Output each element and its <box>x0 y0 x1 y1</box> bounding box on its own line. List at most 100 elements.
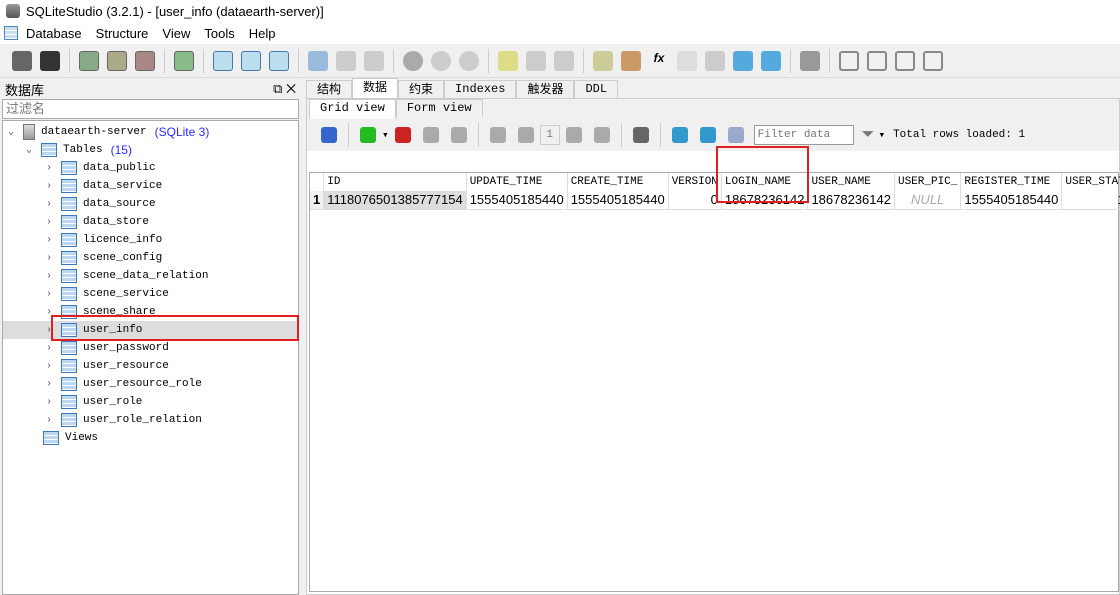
chevron-right-icon[interactable]: › <box>43 379 55 390</box>
views-node[interactable]: Views <box>3 429 298 447</box>
chevron-right-icon[interactable]: › <box>43 163 55 174</box>
tile-windows-icon[interactable] <box>839 50 859 71</box>
create-trigger-icon[interactable] <box>403 50 423 71</box>
page-input[interactable]: 1 <box>539 125 560 145</box>
tab-3[interactable]: Indexes <box>444 80 517 98</box>
disconnect-icon[interactable] <box>40 50 60 71</box>
filter-icon[interactable]: ⏷ <box>862 126 875 144</box>
column-header[interactable]: ID <box>323 173 467 191</box>
tab-1[interactable]: 数据 <box>352 78 399 98</box>
edit-table-icon[interactable] <box>241 50 261 71</box>
menu-view[interactable]: View <box>162 26 190 41</box>
print-icon[interactable] <box>632 127 649 143</box>
column-header[interactable]: VERSION <box>668 173 722 191</box>
tab-grid-view[interactable]: Grid view <box>309 99 396 119</box>
column-header[interactable]: USER_NAME <box>807 173 895 191</box>
close-icon[interactable]: ✕ <box>286 81 296 96</box>
table-item[interactable]: › user_role <box>3 393 298 411</box>
filter-data-input[interactable]: Filter data <box>753 125 854 145</box>
chevron-right-icon[interactable]: › <box>43 343 55 354</box>
chevron-right-icon[interactable]: › <box>43 289 55 300</box>
table-item[interactable]: › scene_config <box>3 249 298 267</box>
insert-row-icon[interactable] <box>360 127 376 143</box>
column-header[interactable]: USER_STAT <box>1061 173 1120 191</box>
grid-layout-icon[interactable] <box>671 127 688 143</box>
last-page-icon[interactable] <box>593 127 610 143</box>
settings-wrench-icon[interactable] <box>800 50 820 71</box>
remove-database-icon[interactable] <box>135 50 155 71</box>
delete-view-icon[interactable] <box>554 50 574 71</box>
grid-cell[interactable]: 18678236142 <box>807 191 895 210</box>
functions-icon[interactable]: fx <box>649 51 669 71</box>
grid-cell[interactable]: 1118076501385777154 <box>323 191 467 210</box>
edit-database-icon[interactable] <box>107 50 127 71</box>
table-item[interactable]: › data_public <box>3 159 298 177</box>
tab-form-view[interactable]: Form view <box>395 99 483 117</box>
collations-icon[interactable] <box>677 50 697 71</box>
create-table-icon[interactable] <box>213 50 233 71</box>
prev-page-icon[interactable] <box>517 127 534 143</box>
rollback-icon[interactable] <box>450 127 467 143</box>
delete-index-icon[interactable] <box>364 50 384 71</box>
edit-index-icon[interactable] <box>336 50 356 71</box>
import-data-icon[interactable] <box>727 127 744 143</box>
edit-trigger-icon[interactable] <box>431 50 451 71</box>
chevron-right-icon[interactable]: › <box>43 199 55 210</box>
column-header[interactable]: USER_PIC_ <box>894 173 962 191</box>
form-layout-icon[interactable] <box>699 127 716 143</box>
filter-mode-dropdown-icon[interactable]: ▾ <box>878 128 885 142</box>
row-number[interactable]: 1 <box>310 191 325 210</box>
chevron-right-icon[interactable]: › <box>43 361 55 372</box>
table-item[interactable]: › scene_service <box>3 285 298 303</box>
menu-help[interactable]: Help <box>249 26 276 41</box>
edit-view-icon[interactable] <box>526 50 546 71</box>
table-item[interactable]: › user_resource <box>3 357 298 375</box>
table-item[interactable]: › data_store <box>3 213 298 231</box>
grid-cell[interactable]: NULL <box>894 191 962 210</box>
chevron-down-icon[interactable]: ⌄ <box>5 126 17 138</box>
create-index-icon[interactable] <box>308 50 328 71</box>
first-page-icon[interactable] <box>489 127 506 143</box>
create-view-icon[interactable] <box>498 50 518 71</box>
grid-cell[interactable]: 1555405185440 <box>960 191 1063 210</box>
extensions-icon[interactable] <box>705 50 725 71</box>
refresh-icon[interactable] <box>321 127 337 143</box>
grid-cell[interactable]: 1 <box>1061 191 1120 210</box>
table-row[interactable]: 1 1118076501385777154 1555405185440 1555405… <box>310 191 1120 210</box>
column-header[interactable]: REGISTER_TIME <box>960 173 1063 191</box>
tab-2[interactable]: 约束 <box>398 80 445 98</box>
tab-4[interactable]: 触发器 <box>516 80 575 98</box>
chevron-right-icon[interactable]: › <box>43 253 55 264</box>
chevron-right-icon[interactable]: › <box>43 235 55 246</box>
grid-cell[interactable]: 1555405185440 <box>567 191 669 210</box>
tile-vertical-icon[interactable] <box>895 50 915 71</box>
chevron-right-icon[interactable]: › <box>43 217 55 228</box>
app-menu-icon[interactable] <box>4 26 18 40</box>
column-header[interactable]: CREATE_TIME <box>567 173 669 191</box>
filter-input[interactable]: 过滤名 <box>2 99 299 119</box>
menu-database[interactable]: Database <box>26 26 82 41</box>
commit-icon[interactable] <box>422 127 439 143</box>
menu-structure[interactable]: Structure <box>96 26 149 41</box>
import-icon[interactable] <box>733 50 753 71</box>
export-icon[interactable] <box>761 50 781 71</box>
chevron-right-icon[interactable]: › <box>43 397 55 408</box>
cascade-icon[interactable] <box>923 50 943 71</box>
connect-icon[interactable] <box>12 50 32 71</box>
table-item[interactable]: › user_resource_role <box>3 375 298 393</box>
chevron-down-icon[interactable]: ⌄ <box>23 144 35 156</box>
sql-editor-icon[interactable] <box>593 50 613 71</box>
chevron-right-icon[interactable]: › <box>43 415 55 426</box>
tab-5[interactable]: DDL <box>574 80 619 98</box>
delete-trigger-icon[interactable] <box>459 50 479 71</box>
tab-0[interactable]: 结构 <box>306 80 353 98</box>
table-item[interactable]: › user_role_relation <box>3 411 298 429</box>
column-header[interactable]: UPDATE_TIME <box>466 173 568 191</box>
tile-horizontal-icon[interactable] <box>867 50 887 71</box>
table-item[interactable]: › licence_info <box>3 231 298 249</box>
delete-row-icon[interactable] <box>394 127 411 143</box>
menu-tools[interactable]: Tools <box>204 26 234 41</box>
table-item[interactable]: › data_service <box>3 177 298 195</box>
tables-node[interactable]: ⌄ Tables (15) <box>3 141 298 159</box>
refresh-database-icon[interactable] <box>174 50 194 71</box>
